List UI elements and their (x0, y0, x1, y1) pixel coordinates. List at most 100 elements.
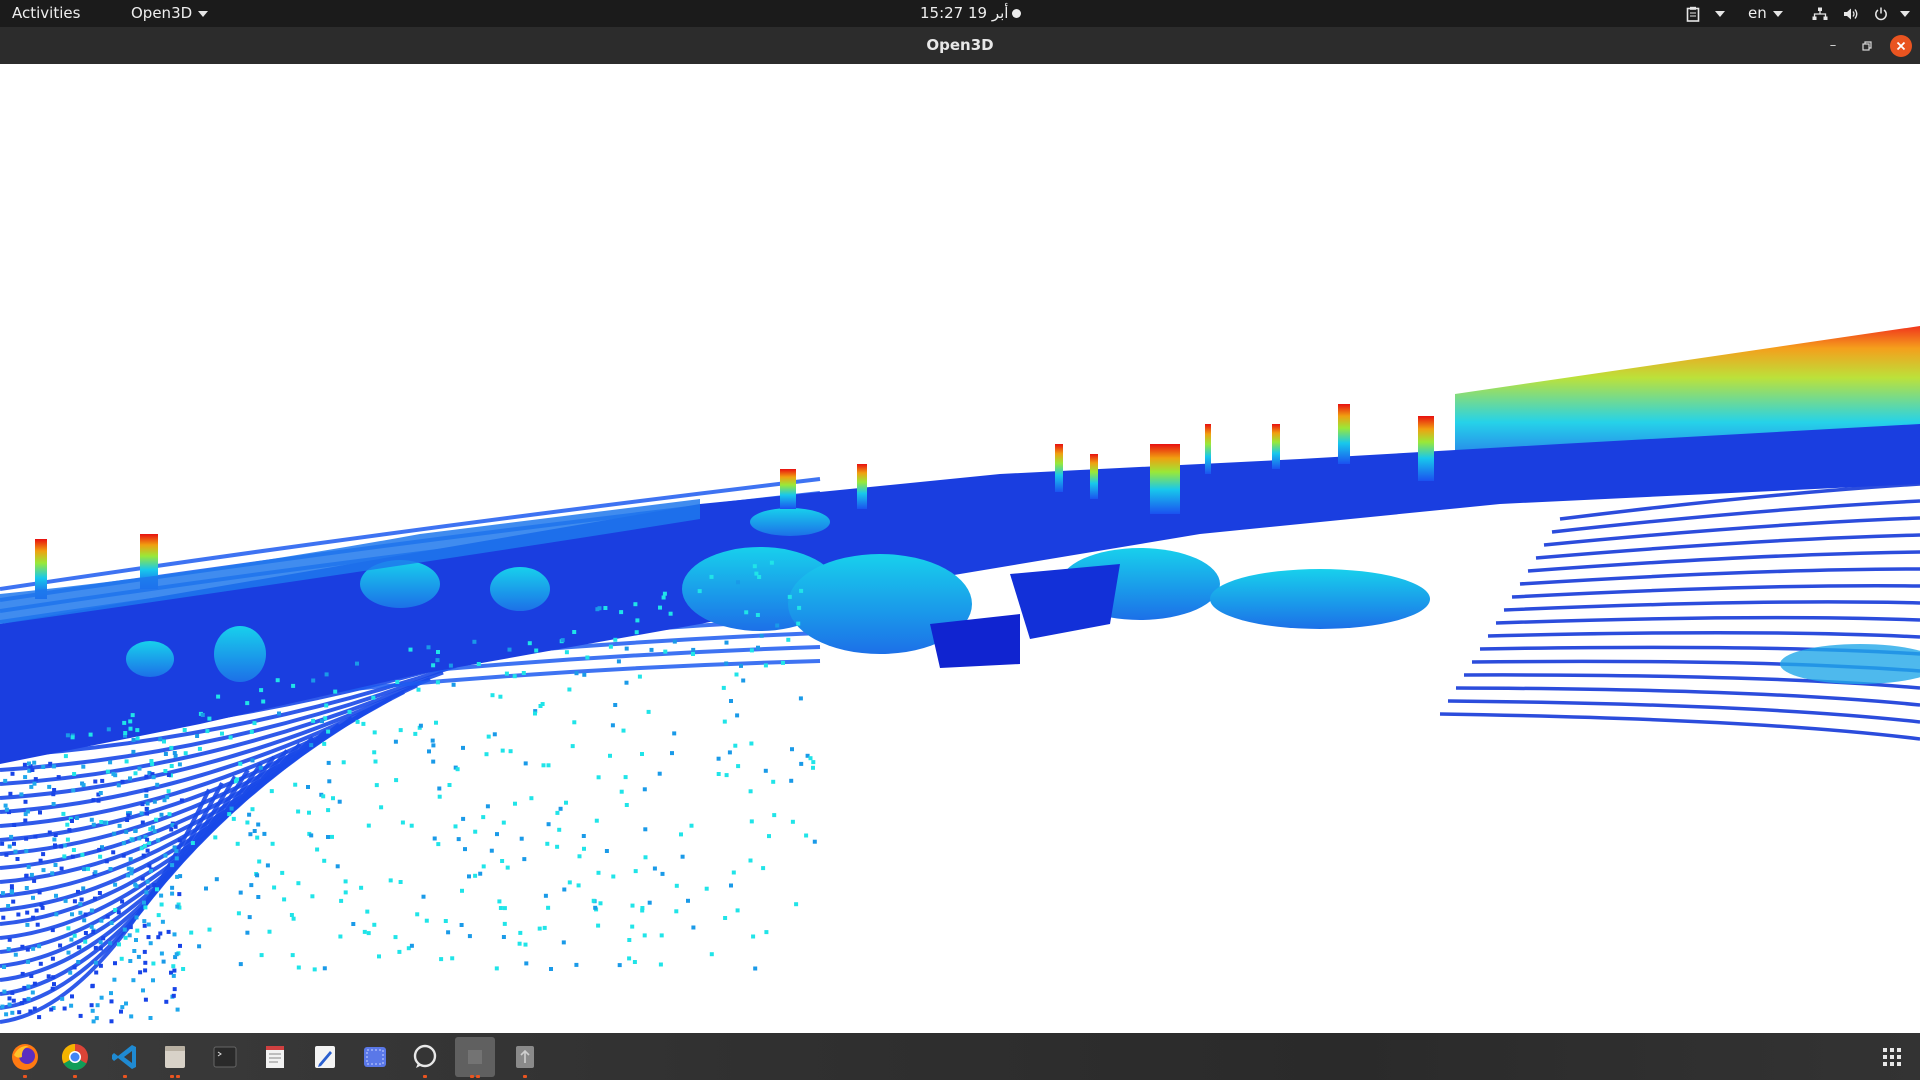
cloud-point (501, 820, 506, 825)
language-indicator[interactable]: en (1748, 0, 1783, 27)
files-launcher[interactable] (155, 1037, 195, 1078)
cloud-point (72, 899, 77, 904)
cloud-point (88, 732, 93, 737)
cloud-point (26, 959, 30, 964)
cloud-point (787, 594, 792, 599)
cloud-point (62, 843, 67, 848)
volume-icon (1843, 8, 1858, 19)
cloud-point (400, 820, 405, 825)
point-cloud-canvas[interactable] (0, 64, 1920, 1033)
cloud-point (527, 641, 532, 646)
road-patch (1010, 564, 1120, 639)
cloud-point (142, 949, 147, 954)
cloud-point (16, 912, 21, 917)
cloud-point (31, 895, 35, 900)
cloud-point (249, 883, 254, 888)
cloud-point (9, 884, 14, 889)
cloud-point (47, 784, 52, 789)
usb-drive-launcher[interactable] (505, 1037, 545, 1078)
pole-structure (857, 464, 867, 509)
cloud-point (172, 845, 177, 850)
cloud-point (519, 836, 524, 841)
cloud-point (256, 895, 261, 899)
restore-button[interactable] (1856, 35, 1878, 57)
cloud-point (102, 820, 107, 825)
chevron-down-icon (1714, 10, 1725, 17)
cloud-point (24, 886, 29, 890)
cloud-point (131, 738, 136, 742)
cloud-point (498, 906, 503, 910)
cloud-point (179, 798, 184, 803)
screenshot-launcher[interactable] (355, 1037, 395, 1077)
clipboard-indicator[interactable] (1686, 0, 1725, 27)
cloud-point (598, 901, 603, 906)
point-cloud-viewport[interactable] (0, 64, 1920, 1033)
cloud-point (140, 876, 145, 881)
cloud-point (2, 965, 6, 969)
cloud-point (65, 837, 70, 842)
cloud-point (467, 934, 472, 939)
close-button[interactable] (1890, 35, 1912, 57)
cloud-point (624, 680, 629, 685)
cloud-point (136, 954, 141, 959)
activities-button[interactable]: Activities (12, 0, 80, 27)
cloud-point (141, 988, 145, 993)
cloud-point (596, 870, 601, 875)
cloud-point (51, 802, 56, 806)
terminal-launcher[interactable] (205, 1037, 245, 1077)
firefox-launcher[interactable] (5, 1037, 45, 1078)
cloud-point (144, 774, 149, 779)
cloud-point (161, 959, 166, 964)
chrome-launcher[interactable] (55, 1037, 95, 1078)
cloud-point (484, 752, 489, 757)
scan-line (1487, 630, 1920, 639)
show-applications-button[interactable] (1882, 1047, 1902, 1067)
cloud-point (372, 730, 377, 735)
cloud-point (523, 942, 528, 947)
cloud-point (9, 834, 14, 839)
cloud-point (82, 918, 87, 923)
open3d-window-launcher[interactable] (455, 1037, 495, 1078)
cloud-point (522, 857, 527, 862)
cloud-point (143, 997, 148, 1002)
cloud-point (486, 734, 491, 739)
cloud-point (101, 936, 106, 941)
cloud-point (660, 871, 665, 876)
cloud-point (310, 894, 315, 899)
minimize-button[interactable]: – (1822, 35, 1844, 57)
text-viewer-launcher[interactable] (255, 1037, 295, 1077)
cloud-point (326, 729, 331, 734)
cloud-point (521, 671, 526, 675)
network-icon (1812, 7, 1828, 20)
vscode-launcher[interactable] (105, 1037, 145, 1078)
cloud-point (91, 930, 96, 934)
cloud-point (576, 883, 581, 888)
cloud-point (309, 833, 314, 838)
chat-launcher[interactable] (405, 1037, 445, 1078)
cloud-point (70, 912, 74, 917)
window-titlebar[interactable]: Open3D – (0, 27, 1920, 65)
cloud-point (151, 961, 156, 966)
cloud-point (591, 898, 596, 903)
cloud-point (99, 820, 104, 824)
cloud-point (32, 1006, 37, 1011)
cloud-point (120, 1005, 125, 1010)
cloud-point (619, 610, 624, 615)
cloud-point (49, 1007, 54, 1012)
cloud-point (691, 647, 696, 652)
cloud-point (608, 753, 612, 758)
cloud-point (3, 803, 8, 808)
chevron-down-icon (1772, 10, 1783, 17)
cloud-point (333, 689, 338, 694)
cloud-point (343, 879, 348, 884)
text-editor-launcher[interactable] (305, 1037, 345, 1077)
cloud-point (108, 760, 113, 765)
system-menu[interactable] (1812, 0, 1911, 27)
cloud-point (146, 885, 151, 890)
cloud-point (128, 719, 133, 724)
app-menu-button[interactable]: Open3D (131, 0, 209, 27)
cloud-point (177, 762, 182, 767)
cloud-point (97, 891, 102, 895)
cloud-point (495, 832, 499, 837)
clock-button[interactable]: 15:27 19 أبر (920, 0, 1008, 27)
